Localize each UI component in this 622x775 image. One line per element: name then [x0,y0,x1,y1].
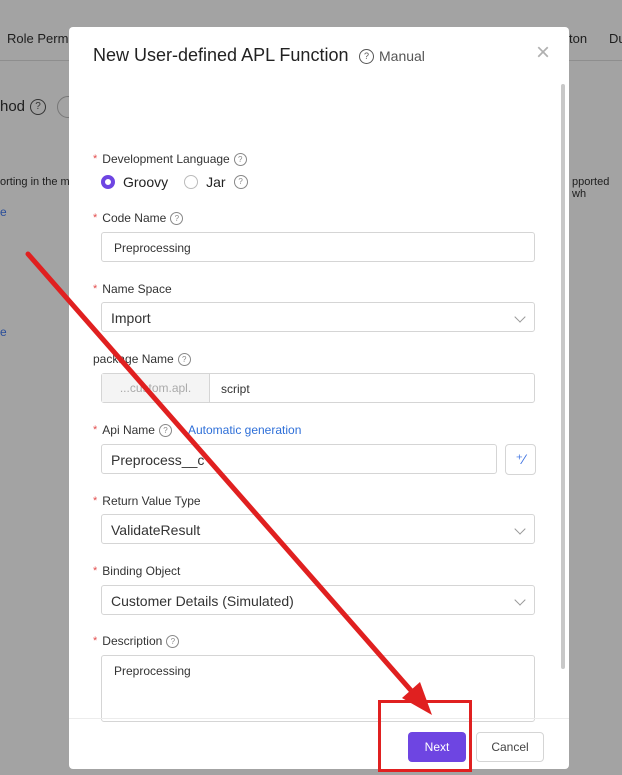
package-name-value: script [221,382,250,396]
background-tab-role-permissions: Role Perm [7,31,69,46]
required-mark: * [93,635,98,647]
help-icon: ? [177,352,191,366]
name-space-select[interactable]: Import [101,302,535,332]
chevron-down-icon [514,594,526,606]
dialog-header: New User-defined APL Function ? Manual × [69,27,569,84]
help-icon: ? [158,423,172,437]
api-name-label: Api Name [102,423,155,437]
package-name-input[interactable]: ...custom.apl. script [101,373,535,403]
code-name-value: Preprocessing [114,241,191,255]
description-label: Description [102,634,163,648]
background-help-icon: ? [30,99,46,115]
cancel-button[interactable]: Cancel [476,732,544,762]
code-name-label-row: * Code Name ? [93,211,184,225]
background-text-right: pported wh [572,176,610,200]
required-mark: * [93,565,98,577]
background-method-label: hod [0,98,26,115]
magic-wand-icon[interactable]: ⁺⁄ [505,444,536,475]
dialog-body: * Development Language ? Groovy Jar ? * … [69,84,569,722]
name-space-label: Name Space [102,282,172,296]
background-tab-button: ton [569,31,588,46]
annotation-highlight-box [378,700,472,772]
description-value: Preprocessing [114,664,191,678]
name-space-value: Import [111,310,151,326]
required-mark: * [93,495,98,507]
package-name-label: package Name [93,352,174,366]
return-type-label: Return Value Type [102,494,201,508]
automatic-generation-link[interactable]: Automatic generation [188,423,301,437]
chevron-down-icon [514,523,526,535]
name-space-label-row: * Name Space [93,282,172,296]
chevron-down-icon [514,311,526,323]
help-icon: ? [233,152,247,166]
help-icon: ? [233,175,248,189]
dialog-title: New User-defined APL Function [93,45,349,65]
radio-groovy-label[interactable]: Groovy [123,174,168,190]
dialog-scrollbar[interactable] [561,84,565,669]
dev-language-radio-group: Groovy Jar ? [101,174,248,190]
background-tab-du: Du [609,31,622,46]
radio-groovy[interactable] [101,175,115,189]
binding-object-value: Customer Details (Simulated) [111,593,294,609]
radio-jar[interactable] [184,175,199,189]
code-name-label: Code Name [102,211,167,225]
required-mark: * [93,283,98,295]
required-mark: * [93,424,98,436]
dev-language-label-row: * Development Language ? [93,152,247,166]
return-type-select[interactable]: ValidateResult [101,514,535,544]
binding-object-label-row: * Binding Object [93,564,180,578]
manual-label: Manual [379,48,425,64]
background-text-left: orting in the m [0,176,70,188]
help-icon: ? [359,48,374,64]
background-link-2: e [0,325,7,339]
required-mark: * [93,153,98,165]
manual-link[interactable]: ? Manual [359,48,425,64]
close-icon[interactable]: × [533,41,553,65]
return-type-label-row: * Return Value Type [93,494,201,508]
radio-jar-label[interactable]: Jar [206,174,225,190]
dev-language-label: Development Language [102,152,230,166]
binding-object-label: Binding Object [102,564,181,578]
return-type-value: ValidateResult [111,522,201,538]
api-name-input[interactable]: Preprocess__c [101,444,497,474]
code-name-input[interactable]: Preprocessing [101,232,535,262]
required-mark: * [93,212,98,224]
help-icon: ? [170,211,184,225]
package-name-prefix: ...custom.apl. [102,374,210,402]
api-name-value: Preprocess__c [111,452,205,468]
help-icon: ? [166,634,180,648]
api-name-label-row: * Api Name ? Automatic generation [93,423,301,437]
package-name-label-row: package Name ? [93,352,191,366]
dialog-footer: Next Cancel [69,718,569,769]
new-apl-function-dialog: New User-defined APL Function ? Manual ×… [69,27,569,769]
background-link-1: e [0,205,7,219]
binding-object-select[interactable]: Customer Details (Simulated) [101,585,535,615]
description-label-row: * Description ? [93,634,180,648]
